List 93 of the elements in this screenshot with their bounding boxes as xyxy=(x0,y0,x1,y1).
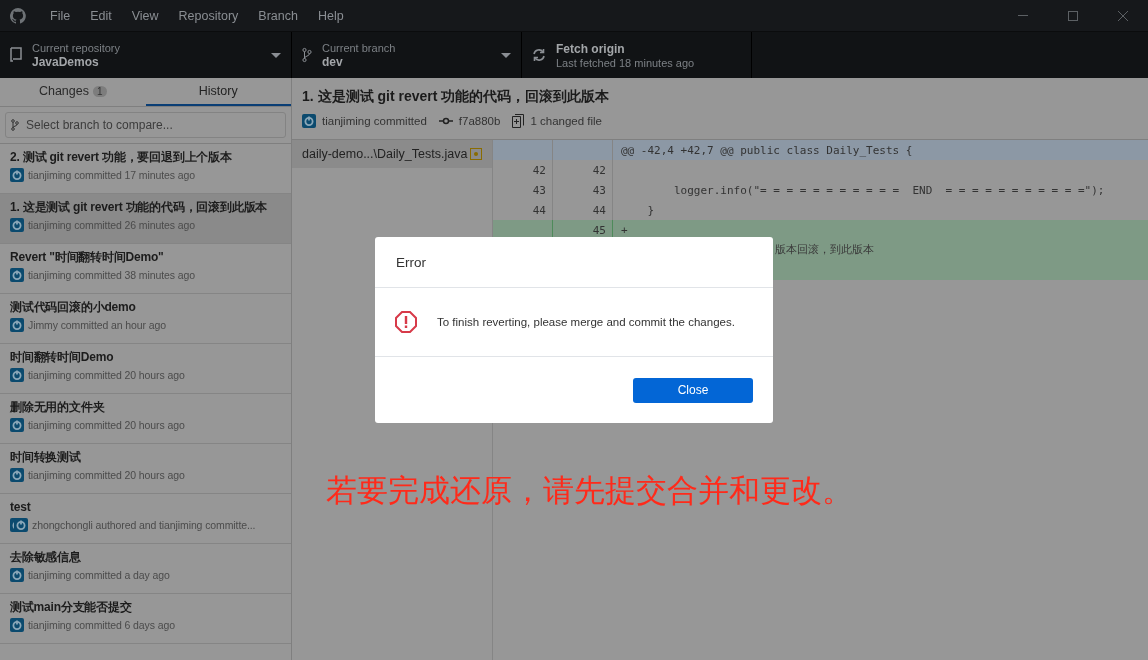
code-line: logger.info("= = = = = = = = = = = END = = = = = = = = = = ="); xyxy=(672,183,1105,197)
selector-label: Current repository xyxy=(32,41,122,54)
commit-meta: tianjiming committed a day ago xyxy=(28,569,170,581)
commit-item[interactable]: Revert "时间翻转时间Demo" tianjiming committed 38 minutes ago xyxy=(0,244,291,294)
fetch-button[interactable]: Fetch origin Last fetched 18 minutes ago xyxy=(522,32,752,78)
commit-title: 测试main分支能否提交 xyxy=(10,599,133,615)
hunk-header: @@ -42,4 +42,7 @@ public class Daily_Tests { xyxy=(620,143,913,157)
commit-meta: tianjiming committed 20 hours ago xyxy=(28,369,185,381)
commit-meta: tianjiming committed 26 minutes ago xyxy=(28,219,195,231)
avatar-icon xyxy=(10,568,24,582)
commit-item[interactable]: 1. 这是测试 git revert 功能的代码，回滚到此版本 tianjiming committed 26 minutes ago xyxy=(0,194,291,244)
line-number: 45 xyxy=(592,223,606,237)
file-diff-icon xyxy=(512,114,525,128)
commit-meta: Jimmy committed an hour ago xyxy=(28,319,166,331)
menu-item[interactable]: View xyxy=(121,8,169,23)
commit-meta: tianjiming committed 20 hours ago xyxy=(28,419,185,431)
commit-title: Revert "时间翻转时间Demo" xyxy=(10,249,165,265)
avatar-icon xyxy=(10,468,24,482)
commit-meta: tianjiming committed 17 minutes ago xyxy=(28,169,195,181)
avatar-icon xyxy=(10,268,24,282)
commit-title: 时间转换测试 xyxy=(10,449,82,465)
code-comment: 版本回滚，到此版本 xyxy=(775,243,874,257)
commit-item[interactable]: 时间转换测试 tianjiming committed 20 hours ago xyxy=(0,444,291,494)
code-line: } xyxy=(646,203,655,217)
line-number: 43 xyxy=(532,183,546,197)
line-number: 44 xyxy=(592,203,606,217)
close-icon[interactable] xyxy=(1118,10,1128,21)
close-button[interactable]: Close xyxy=(633,377,753,403)
tab[interactable]: Changes 1 xyxy=(0,78,146,106)
dialog-message: To finish reverting, please merge and commit the changes. xyxy=(437,316,735,328)
branch-compare-field[interactable]: Select branch to compare... xyxy=(5,112,286,138)
github-logo-icon xyxy=(10,7,26,24)
branch-selector[interactable]: Current branch dev xyxy=(292,32,522,78)
changed-file-item[interactable]: daily-demo...\Daily_Tests.java xyxy=(292,140,492,168)
tab[interactable]: History xyxy=(145,78,291,106)
commit-title: 2. 测试 git revert 功能，要回退到上个版本 xyxy=(10,149,233,165)
commit-title: test xyxy=(10,499,32,515)
sync-icon xyxy=(532,48,546,62)
commit-item[interactable]: 测试代码回滚的小demo Jimmy committed an hour ago xyxy=(0,294,291,344)
menu-item[interactable]: Repository xyxy=(168,8,249,23)
commit-icon xyxy=(438,117,453,125)
commit-title: 1. 这是测试 git revert 功能的代码，回滚到此版本 xyxy=(302,88,611,106)
commit-meta: tianjiming committed 6 days ago xyxy=(28,619,175,631)
fetch-label: Fetch origin xyxy=(556,41,626,56)
code-line: + xyxy=(620,223,628,237)
fetch-status: Last fetched 18 minutes ago xyxy=(556,56,696,69)
commit-item[interactable]: 去除敏感信息 tianjiming committed a day ago xyxy=(0,544,291,594)
avatar-icon xyxy=(10,218,24,232)
menu-item[interactable]: Branch xyxy=(248,8,308,23)
menu-item[interactable]: Help xyxy=(307,8,354,23)
menu-item[interactable]: Edit xyxy=(80,8,122,23)
branch-icon xyxy=(11,119,19,131)
line-number: 43 xyxy=(592,183,606,197)
commit-item[interactable]: test zhongchongli authored and tianjiming committe... xyxy=(0,494,291,544)
avatar-icon xyxy=(14,518,28,532)
branch-icon xyxy=(302,47,312,63)
avatar-icon xyxy=(10,418,24,432)
line-number: 42 xyxy=(592,163,606,177)
repository-icon xyxy=(10,47,22,63)
repository-selector[interactable]: Current repository JavaDemos xyxy=(0,32,292,78)
modified-icon xyxy=(470,148,482,160)
avatar-icon xyxy=(10,368,24,382)
commit-title: 测试代码回滚的小demo xyxy=(10,299,137,315)
commit-title: 1. 这是测试 git revert 功能的代码，回滚到此版本 xyxy=(10,199,269,215)
avatar-icon xyxy=(10,618,24,632)
selector-label: Current branch xyxy=(322,41,397,54)
commit-author: tianjiming committed xyxy=(322,115,427,127)
commit-item[interactable]: 测试main分支能否提交 tianjiming committed 6 days ago xyxy=(0,594,291,644)
menu-item[interactable]: File xyxy=(40,8,81,23)
commit-meta: zhongchongli authored and tianjiming committe... xyxy=(32,519,256,531)
line-number: 42 xyxy=(532,163,546,177)
changed-files-count: 1 changed file xyxy=(530,115,603,127)
commit-item[interactable]: 时间翻转时间Demo tianjiming committed 20 hours ago xyxy=(0,344,291,394)
commit-meta: tianjiming committed 20 hours ago xyxy=(28,469,185,481)
annotation-text: 若要完成还原，请先提交合并和更改。 xyxy=(326,471,853,510)
dropdown-caret-icon xyxy=(501,52,511,58)
maximize-icon[interactable] xyxy=(1068,10,1078,21)
commit-title: 删除无用的文件夹 xyxy=(10,399,106,415)
commit-title: 时间翻转时间Demo xyxy=(10,349,115,365)
count-badge: 1 xyxy=(93,85,107,97)
error-icon xyxy=(395,311,417,333)
commit-item[interactable]: 删除无用的文件夹 tianjiming committed 20 hours ago xyxy=(0,394,291,444)
repository-name: JavaDemos xyxy=(32,54,100,69)
commit-title: 去除敏感信息 xyxy=(10,549,82,565)
dialog-title: Error xyxy=(396,254,426,270)
commit-sha: f7a880b xyxy=(458,115,501,127)
avatar-icon xyxy=(10,318,24,332)
branch-name: dev xyxy=(322,54,344,69)
line-number: 44 xyxy=(532,203,546,217)
avatar-icon xyxy=(10,168,24,182)
commit-meta: tianjiming committed 38 minutes ago xyxy=(28,269,195,281)
avatar-icon xyxy=(302,114,316,128)
dropdown-caret-icon xyxy=(271,52,281,58)
